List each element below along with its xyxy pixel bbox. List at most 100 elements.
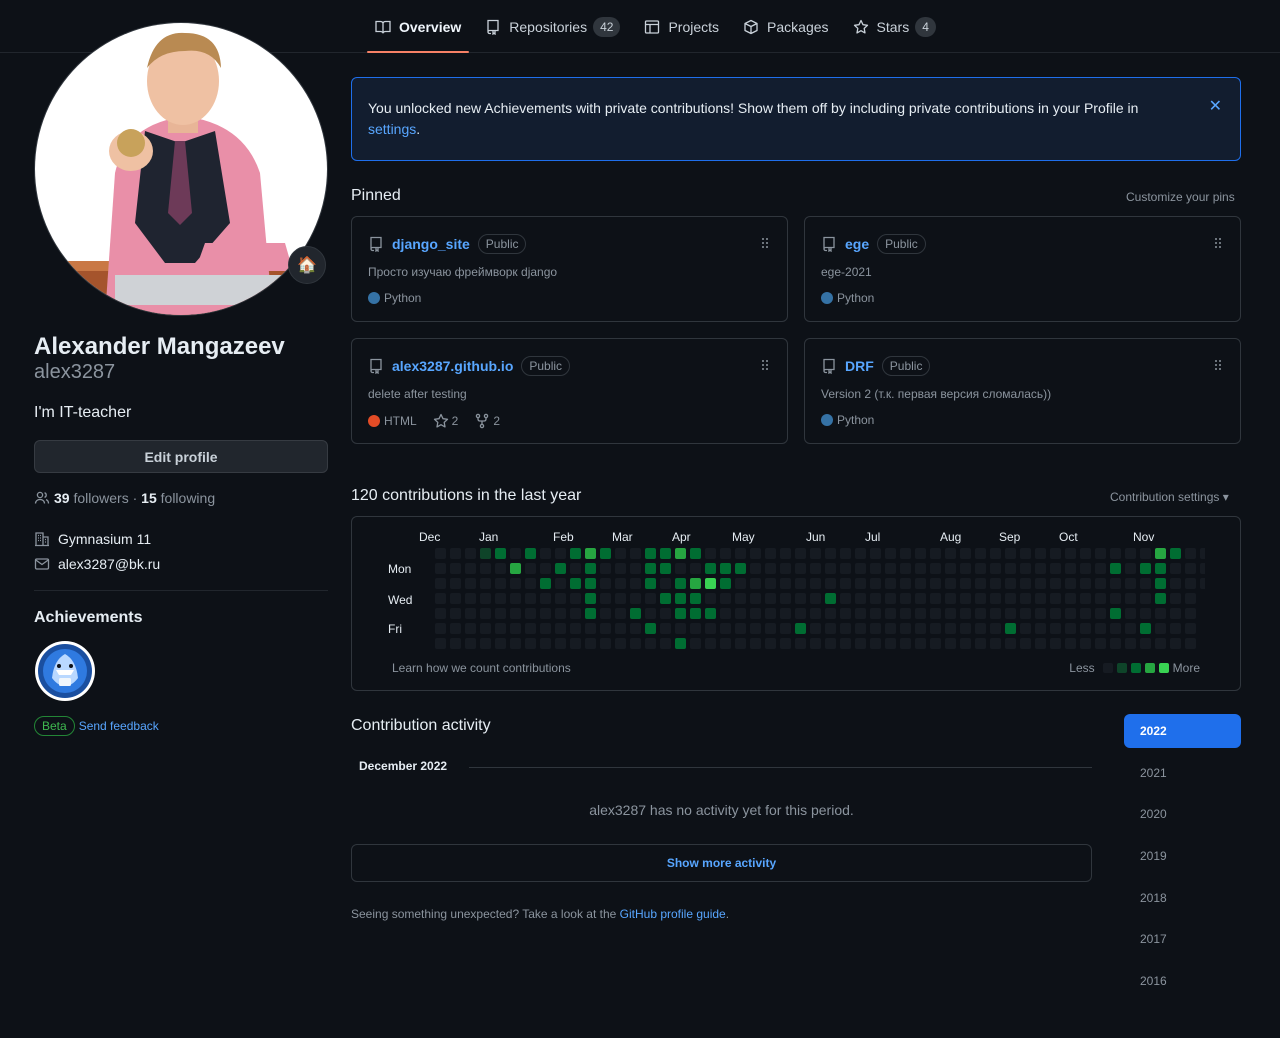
- contribution-day-cell[interactable]: [585, 548, 596, 559]
- tab-packages[interactable]: Packages: [735, 0, 836, 53]
- contribution-day-cell[interactable]: [735, 608, 746, 619]
- contribution-day-cell[interactable]: [525, 608, 536, 619]
- contribution-day-cell[interactable]: [660, 593, 671, 604]
- contribution-day-cell[interactable]: [1050, 578, 1061, 589]
- contribution-day-cell[interactable]: [630, 548, 641, 559]
- set-status-button[interactable]: 🏠: [288, 246, 326, 284]
- contribution-day-cell[interactable]: [885, 548, 896, 559]
- contribution-day-cell[interactable]: [1125, 608, 1136, 619]
- contribution-day-cell[interactable]: [1095, 623, 1106, 634]
- contribution-day-cell[interactable]: [945, 638, 956, 649]
- contribution-day-cell[interactable]: [915, 548, 926, 559]
- contribution-day-cell[interactable]: [1020, 593, 1031, 604]
- contribution-day-cell[interactable]: [930, 638, 941, 649]
- contribution-day-cell[interactable]: [540, 608, 551, 619]
- contribution-day-cell[interactable]: [435, 578, 446, 589]
- contribution-day-cell[interactable]: [615, 578, 626, 589]
- year-2022[interactable]: 2022: [1124, 714, 1241, 748]
- contribution-day-cell[interactable]: [465, 578, 476, 589]
- contribution-day-cell[interactable]: [810, 623, 821, 634]
- contribution-day-cell[interactable]: [1185, 608, 1196, 619]
- contribution-day-cell[interactable]: [600, 563, 611, 574]
- contribution-day-cell[interactable]: [600, 638, 611, 649]
- contribution-day-cell[interactable]: [465, 608, 476, 619]
- contribution-day-cell[interactable]: [900, 638, 911, 649]
- contribution-day-cell[interactable]: [510, 563, 521, 574]
- contribution-day-cell[interactable]: [675, 608, 686, 619]
- contribution-day-cell[interactable]: [825, 638, 836, 649]
- contribution-day-cell[interactable]: [585, 578, 596, 589]
- contribution-day-cell[interactable]: [1065, 623, 1076, 634]
- contribution-day-cell[interactable]: [990, 638, 1001, 649]
- contribution-day-cell[interactable]: [645, 623, 656, 634]
- contribution-day-cell[interactable]: [690, 608, 701, 619]
- contribution-day-cell[interactable]: [840, 563, 851, 574]
- contribution-day-cell[interactable]: [1005, 623, 1016, 634]
- contribution-day-cell[interactable]: [570, 638, 581, 649]
- contribution-day-cell[interactable]: [1110, 638, 1121, 649]
- contribution-day-cell[interactable]: [615, 593, 626, 604]
- contribution-day-cell[interactable]: [795, 563, 806, 574]
- contribution-day-cell[interactable]: [765, 578, 776, 589]
- profile-guide-link[interactable]: GitHub profile guide: [620, 907, 726, 921]
- contribution-day-cell[interactable]: [600, 578, 611, 589]
- contribution-day-cell[interactable]: [660, 608, 671, 619]
- contribution-day-cell[interactable]: [1125, 593, 1136, 604]
- contribution-day-cell[interactable]: [585, 638, 596, 649]
- contribution-day-cell[interactable]: [1140, 578, 1151, 589]
- contribution-day-cell[interactable]: [435, 593, 446, 604]
- contribution-day-cell[interactable]: [780, 563, 791, 574]
- year-2020[interactable]: 2020: [1124, 797, 1241, 831]
- contribution-day-cell[interactable]: [1155, 578, 1166, 589]
- contribution-day-cell[interactable]: [1005, 563, 1016, 574]
- contribution-day-cell[interactable]: [855, 608, 866, 619]
- contribution-day-cell[interactable]: [1020, 578, 1031, 589]
- contribution-day-cell[interactable]: [930, 608, 941, 619]
- contribution-day-cell[interactable]: [645, 548, 656, 559]
- contribution-day-cell[interactable]: [915, 563, 926, 574]
- contribution-day-cell[interactable]: [840, 608, 851, 619]
- contribution-day-cell[interactable]: [1050, 563, 1061, 574]
- contribution-day-cell[interactable]: [660, 548, 671, 559]
- contribution-day-cell[interactable]: [1170, 608, 1181, 619]
- contribution-day-cell[interactable]: [585, 608, 596, 619]
- contribution-day-cell[interactable]: [1035, 593, 1046, 604]
- contribution-day-cell[interactable]: [645, 563, 656, 574]
- followers-link[interactable]: 39 followers: [54, 490, 129, 506]
- learn-contributions-link[interactable]: Learn how we count contributions: [392, 661, 571, 675]
- contribution-day-cell[interactable]: [795, 548, 806, 559]
- contribution-day-cell[interactable]: [1155, 638, 1166, 649]
- contribution-day-cell[interactable]: [465, 623, 476, 634]
- contribution-day-cell[interactable]: [1125, 638, 1136, 649]
- contribution-day-cell[interactable]: [480, 578, 491, 589]
- contribution-day-cell[interactable]: [1050, 638, 1061, 649]
- contribution-day-cell[interactable]: [705, 578, 716, 589]
- contribution-day-cell[interactable]: [750, 608, 761, 619]
- contribution-day-cell[interactable]: [825, 623, 836, 634]
- contribution-day-cell[interactable]: [795, 608, 806, 619]
- contribution-day-cell[interactable]: [735, 563, 746, 574]
- contribution-day-cell[interactable]: [495, 638, 506, 649]
- contribution-day-cell[interactable]: [960, 623, 971, 634]
- tab-stars[interactable]: Stars 4: [845, 0, 944, 53]
- contribution-day-cell[interactable]: [1185, 578, 1196, 589]
- contribution-day-cell[interactable]: [510, 548, 521, 559]
- show-more-activity-button[interactable]: Show more activity: [351, 844, 1092, 882]
- contribution-day-cell[interactable]: [720, 623, 731, 634]
- contribution-day-cell[interactable]: [765, 608, 776, 619]
- contribution-day-cell[interactable]: [450, 548, 461, 559]
- contribution-day-cell[interactable]: [960, 608, 971, 619]
- contribution-day-cell[interactable]: [615, 638, 626, 649]
- year-2018[interactable]: 2018: [1124, 881, 1241, 915]
- drag-handle-icon[interactable]: [761, 359, 769, 371]
- contribution-day-cell[interactable]: [780, 593, 791, 604]
- contribution-day-cell[interactable]: [660, 578, 671, 589]
- contribution-day-cell[interactable]: [990, 608, 1001, 619]
- repo-name-link[interactable]: django_site: [392, 236, 470, 252]
- contribution-day-cell[interactable]: [1080, 638, 1091, 649]
- contribution-day-cell[interactable]: [1005, 608, 1016, 619]
- contribution-day-cell[interactable]: [720, 593, 731, 604]
- contribution-day-cell[interactable]: [1065, 578, 1076, 589]
- contribution-day-cell[interactable]: [855, 593, 866, 604]
- tab-repositories[interactable]: Repositories 42: [477, 0, 628, 53]
